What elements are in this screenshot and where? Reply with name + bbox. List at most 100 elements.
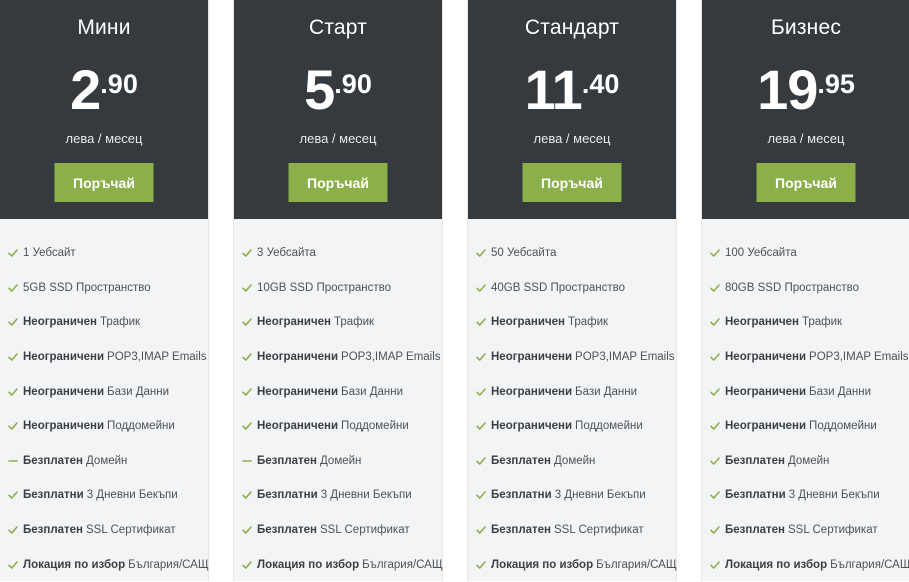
- check-icon: [710, 490, 720, 500]
- feature-item: Неограничени Поддомейни: [702, 409, 909, 444]
- check-icon: [476, 525, 486, 535]
- plan-card-standard: Стандарт 11 .40 лева / месец Поръчай 50 …: [467, 0, 677, 581]
- plan-price: 2 .90: [0, 62, 208, 118]
- order-button-mini[interactable]: Поръчай: [54, 163, 154, 202]
- feature-highlight: Неограничени: [257, 385, 339, 398]
- feature-item: Неограничен Трафик: [234, 305, 442, 340]
- feature-text: SSL Сертификат: [86, 524, 176, 537]
- plan-card-business: Бизнес 19 .95 лева / месец Поръчай 100 У…: [701, 0, 909, 581]
- check-icon: [8, 317, 18, 327]
- check-icon: [242, 560, 252, 570]
- plan-card-start: Старт 5 .90 лева / месец Поръчай 3 Уебса…: [233, 0, 443, 581]
- plan-price: 11 .40: [468, 62, 676, 118]
- check-icon: [242, 317, 252, 327]
- feature-item: Неограничен Трафик: [468, 305, 676, 340]
- price-decimal: .40: [581, 69, 620, 99]
- check-icon: [8, 490, 18, 500]
- order-button-start[interactable]: Поръчай: [288, 163, 388, 202]
- feature-text: България/САЩ: [128, 558, 209, 571]
- feature-highlight: Неограничен: [491, 316, 565, 329]
- check-icon: [476, 387, 486, 397]
- feature-text: Поддомейни: [341, 420, 409, 433]
- feature-text: 3 Дневни Бекъпи: [554, 489, 646, 502]
- check-icon: [476, 352, 486, 362]
- plan-header: Бизнес 19 .95 лева / месец Поръчай: [702, 0, 909, 219]
- feature-text: 40GB SSD Пространство: [491, 281, 626, 294]
- feature-item: 1 Уебсайт: [0, 236, 208, 271]
- feature-item: Неограничени Бази Данни: [468, 374, 676, 409]
- feature-text: SSL Сертификат: [554, 524, 644, 537]
- feature-text: Поддомейни: [107, 420, 175, 433]
- check-icon: [476, 456, 486, 466]
- feature-highlight: Безплатен: [257, 524, 317, 537]
- feature-text: POP3,IMAP Emails: [341, 351, 441, 364]
- check-icon: [476, 560, 486, 570]
- check-icon: [710, 317, 720, 327]
- feature-item: Неограничени Поддомейни: [468, 409, 676, 444]
- feature-highlight: Безплатни: [725, 489, 786, 502]
- check-icon: [242, 525, 252, 535]
- check-icon: [8, 283, 18, 293]
- feature-text: Поддомейни: [575, 420, 643, 433]
- check-icon: [242, 421, 252, 431]
- check-icon: [710, 387, 720, 397]
- feature-item: Локация по избор България/САЩ: [702, 547, 909, 582]
- check-icon: [8, 560, 18, 570]
- dash-icon: [8, 456, 18, 466]
- feature-text: Трафик: [801, 316, 843, 329]
- feature-highlight: Безплатни: [491, 489, 552, 502]
- feature-item: 100 Уебсайта: [702, 236, 909, 271]
- feature-list: 100 Уебсайта 80GB SSD Пространство Неогран…: [702, 236, 909, 582]
- feature-highlight: Локация по избор: [257, 558, 360, 571]
- price-integer: 5: [304, 58, 335, 121]
- feature-item: Безплатни 3 Дневни Бекъпи: [702, 478, 909, 513]
- order-button-standard[interactable]: Поръчай: [522, 163, 622, 202]
- feature-text: 100 Уебсайта: [725, 247, 797, 260]
- order-button-business[interactable]: Поръчай: [756, 163, 856, 202]
- feature-item: Безплатен Домейн: [0, 444, 208, 479]
- feature-highlight: Неограничени: [23, 420, 105, 433]
- feature-list: 50 Уебсайта 40GB SSD Пространство Неограни…: [468, 236, 677, 582]
- feature-text: 3 Дневни Бекъпи: [320, 489, 412, 502]
- feature-text: Домейн: [554, 454, 596, 467]
- check-icon: [710, 283, 720, 293]
- feature-item: Неограничени Бази Данни: [0, 374, 208, 409]
- feature-text: 3 Уебсайта: [257, 247, 316, 260]
- feature-item: 10GB SSD Пространство: [234, 271, 442, 306]
- feature-item: Безплатен Домейн: [702, 444, 909, 479]
- feature-item: Неограничени POP3,IMAP Emails: [0, 340, 208, 375]
- feature-text: България/САЩ: [830, 558, 909, 571]
- feature-item: Безплатни 3 Дневни Бекъпи: [234, 478, 442, 513]
- feature-item: Безплатен SSL Сертификат: [702, 513, 909, 548]
- feature-item: Неограничени POP3,IMAP Emails: [468, 340, 676, 375]
- feature-highlight: Неограничени: [725, 351, 807, 364]
- feature-item: Локация по избор България/САЩ: [468, 547, 677, 582]
- feature-item: Неограничени Бази Данни: [702, 374, 909, 409]
- plan-name: Старт: [308, 16, 368, 39]
- feature-text: Бази Данни: [341, 385, 404, 398]
- plan-header: Мини 2 .90 лева / месец Поръчай: [0, 0, 208, 219]
- feature-highlight: Неограничени: [491, 351, 573, 364]
- feature-text: Домейн: [788, 454, 830, 467]
- feature-highlight: Неограничен: [725, 316, 799, 329]
- price-period: лева / месец: [533, 131, 611, 146]
- feature-item: Локация по избор България/САЩ: [234, 547, 443, 582]
- price-integer: 2: [70, 58, 101, 121]
- feature-highlight: Локация по избор: [23, 558, 126, 571]
- price-decimal: .95: [817, 69, 855, 99]
- feature-text: 3 Дневни Бекъпи: [788, 489, 880, 502]
- feature-text: Трафик: [333, 316, 375, 329]
- feature-text: POP3,IMAP Emails: [107, 351, 207, 364]
- check-icon: [8, 421, 18, 431]
- feature-text: Поддомейни: [809, 420, 877, 433]
- feature-text: България/САЩ: [362, 558, 443, 571]
- plan-price: 5 .90: [234, 62, 442, 118]
- feature-highlight: Неограничени: [23, 351, 105, 364]
- feature-highlight: Неограничени: [725, 385, 807, 398]
- feature-highlight: Неограничени: [491, 420, 573, 433]
- feature-text: Бази Данни: [107, 385, 170, 398]
- plan-header: Стандарт 11 .40 лева / месец Поръчай: [468, 0, 676, 219]
- feature-highlight: Неограничен: [257, 316, 331, 329]
- check-icon: [242, 248, 252, 258]
- price-period: лева / месец: [65, 131, 143, 146]
